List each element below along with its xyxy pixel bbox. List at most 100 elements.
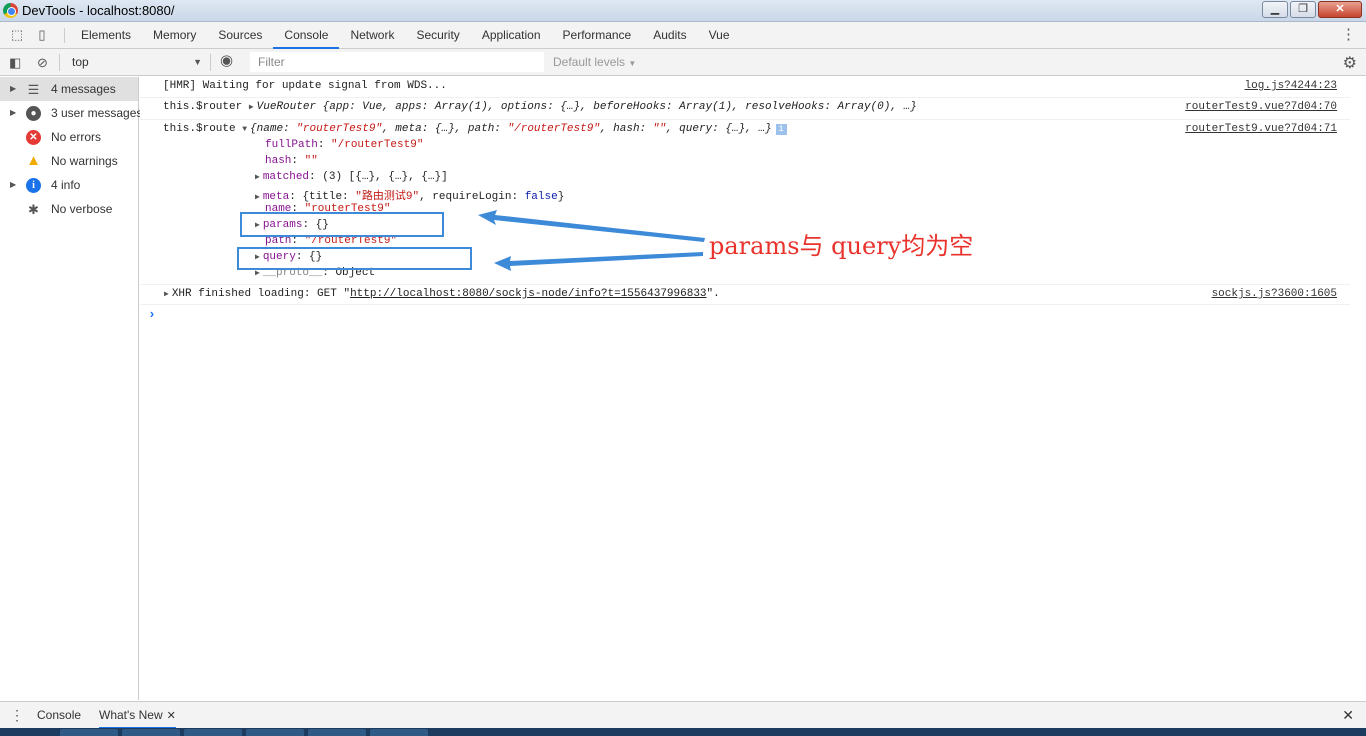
console-toolbar: ◧ ⊘ top ▼ ◉ Default levels ▼ ⚙ <box>0 49 1366 76</box>
sidebar-item-label: 3 user messages <box>51 106 143 120</box>
message-label: this.$router <box>163 101 243 113</box>
window-title: DevTools - localhost:8080/ <box>22 3 175 18</box>
message-text: [HMR] Waiting for update signal from WDS… <box>163 80 447 92</box>
sidebar-item-messages[interactable]: ▶ ☰ 4 messages <box>0 77 138 101</box>
toolbar-divider <box>59 54 60 71</box>
info-icon[interactable]: i <box>775 124 787 135</box>
sidebar-item-user-messages[interactable]: ▶ ● 3 user messages <box>0 101 142 125</box>
gear-icon[interactable]: ⚙ <box>1343 53 1357 73</box>
message-text: this.$route ▼ {name: "routerTest9", meta:… <box>163 123 787 135</box>
tab-audits[interactable]: Audits <box>642 22 697 49</box>
taskbar-item[interactable] <box>122 729 180 736</box>
sidebar-item-label: 4 info <box>51 178 81 192</box>
sidebar-item-warnings[interactable]: ▲ No warnings <box>0 149 138 173</box>
info-icon: i <box>26 178 41 193</box>
list-icon: ☰ <box>27 82 40 97</box>
tab-vue[interactable]: Vue <box>698 22 741 49</box>
source-link[interactable]: log.js?4244:23 <box>1245 80 1337 92</box>
source-link[interactable]: routerTest9.vue?7d04:71 <box>1185 123 1337 135</box>
warning-icon: ▲ <box>26 152 41 169</box>
sidebar-item-info[interactable]: ▶ i 4 info <box>0 173 138 197</box>
console-prompt-icon[interactable]: › <box>148 307 156 322</box>
os-taskbar <box>0 728 1366 736</box>
error-icon: ✕ <box>26 130 41 145</box>
bottom-drawer: ⋮ Console What's New ✕ ✕ <box>0 701 1366 729</box>
close-tab-icon[interactable]: ✕ <box>167 710 176 722</box>
restore-button[interactable]: ❐ <box>1290 1 1316 18</box>
prop-fullpath: fullPath: "/routerTest9" <box>265 139 424 151</box>
tab-elements[interactable]: Elements <box>70 22 142 49</box>
tab-network[interactable]: Network <box>339 22 405 49</box>
drawer-tab-console[interactable]: Console <box>37 702 81 729</box>
filter-input[interactable] <box>250 52 544 72</box>
expand-triangle-icon[interactable]: ▶ <box>10 77 16 101</box>
annotation-box-query <box>237 247 472 270</box>
expand-triangle-icon[interactable]: ▶ <box>255 193 260 202</box>
drawer-tab-whats-new[interactable]: What's New ✕ <box>99 702 176 729</box>
taskbar-item[interactable] <box>184 729 242 736</box>
prop-meta[interactable]: ▶ meta: {title: "路由测试9", requireLogin: fa… <box>255 187 564 203</box>
device-toolbar-icon[interactable]: ▯ <box>34 27 50 43</box>
expand-triangle-icon[interactable]: ▶ <box>249 103 254 112</box>
sidebar-item-label: No warnings <box>51 154 118 168</box>
message-text: this.$router ▶ VueRouter {app: Vue, apps:… <box>163 101 917 113</box>
taskbar-item[interactable] <box>246 729 304 736</box>
tab-performance[interactable]: Performance <box>552 22 643 49</box>
expand-triangle-icon[interactable]: ▶ <box>164 290 169 299</box>
tab-sources[interactable]: Sources <box>207 22 273 49</box>
xhr-url-link[interactable]: http://localhost:8080/sockjs-node/info?t… <box>350 288 706 300</box>
taskbar-item[interactable] <box>370 729 428 736</box>
minimize-button[interactable]: ▁ <box>1262 1 1288 18</box>
source-link[interactable]: routerTest9.vue?7d04:70 <box>1185 101 1337 113</box>
tab-memory[interactable]: Memory <box>142 22 207 49</box>
prop-matched[interactable]: ▶ matched: (3) [{…}, {…}, {…}] <box>255 171 448 183</box>
inspect-element-icon[interactable]: ⬚ <box>9 27 25 43</box>
message-label: this.$route <box>163 123 236 135</box>
sidebar-item-label: No verbose <box>51 202 113 216</box>
tab-console[interactable]: Console <box>273 22 340 49</box>
bug-icon: ✱ <box>28 202 39 217</box>
object-summary[interactable]: {name: "routerTest9", meta: {…}, path: "… <box>250 123 772 135</box>
sidebar-item-verbose[interactable]: ✱ No verbose <box>0 197 138 221</box>
chevron-down-icon: ▼ <box>193 57 202 67</box>
log-levels-dropdown[interactable]: Default levels ▼ <box>553 55 636 69</box>
panel-tabs: Elements Memory Sources Console Network … <box>70 22 741 49</box>
window-titlebar: DevTools - localhost:8080/ ▁ ❐ ✕ <box>0 0 1366 22</box>
console-message: [HMR] Waiting for update signal from WDS… <box>140 77 1350 98</box>
expand-triangle-icon[interactable]: ▶ <box>255 269 260 278</box>
console-output: [HMR] Waiting for update signal from WDS… <box>140 77 1366 700</box>
more-options-icon[interactable]: ⋮ <box>1341 27 1356 43</box>
close-drawer-icon[interactable]: ✕ <box>1342 707 1354 724</box>
annotation-text: params与 query均为空 <box>709 232 974 260</box>
message-text: ▶ XHR finished loading: GET "http://local… <box>164 288 720 300</box>
collapse-triangle-icon[interactable]: ▼ <box>242 125 247 134</box>
sidebar-item-errors[interactable]: ✕ No errors <box>0 125 138 149</box>
devtools-tabbar: ⬚ ▯ Elements Memory Sources Console Netw… <box>0 22 1366 49</box>
expand-triangle-icon[interactable]: ▶ <box>255 173 260 182</box>
close-window-button[interactable]: ✕ <box>1318 1 1362 18</box>
chrome-icon <box>3 3 18 18</box>
context-value: top <box>72 55 89 69</box>
drawer-menu-icon[interactable]: ⋮ <box>10 707 24 724</box>
console-message: ▶ XHR finished loading: GET "http://local… <box>140 285 1350 305</box>
taskbar-item[interactable] <box>308 729 366 736</box>
tab-application[interactable]: Application <box>471 22 552 49</box>
expand-triangle-icon[interactable]: ▶ <box>10 173 16 197</box>
prop-hash: hash: "" <box>265 155 318 167</box>
taskbar-item[interactable] <box>60 729 118 736</box>
user-icon: ● <box>26 106 41 121</box>
sidebar-toggle-icon[interactable]: ◧ <box>9 55 21 70</box>
toolbar-divider <box>210 54 211 71</box>
object-summary[interactable]: VueRouter {app: Vue, apps: Array(1), opt… <box>257 101 917 113</box>
minimize-icon: ▁ <box>1270 3 1280 15</box>
eye-icon[interactable]: ◉ <box>220 53 233 68</box>
clear-console-icon[interactable]: ⊘ <box>37 55 48 70</box>
restore-icon: ❐ <box>1298 3 1308 15</box>
expand-triangle-icon[interactable]: ▶ <box>10 101 16 125</box>
window-controls: ▁ ❐ ✕ <box>1262 1 1362 18</box>
sidebar-item-label: No errors <box>51 130 102 144</box>
context-select[interactable]: top ▼ <box>66 52 206 72</box>
source-link[interactable]: sockjs.js?3600:1605 <box>1212 288 1337 300</box>
console-message: this.$router ▶ VueRouter {app: Vue, apps:… <box>140 98 1350 120</box>
tab-security[interactable]: Security <box>405 22 470 49</box>
